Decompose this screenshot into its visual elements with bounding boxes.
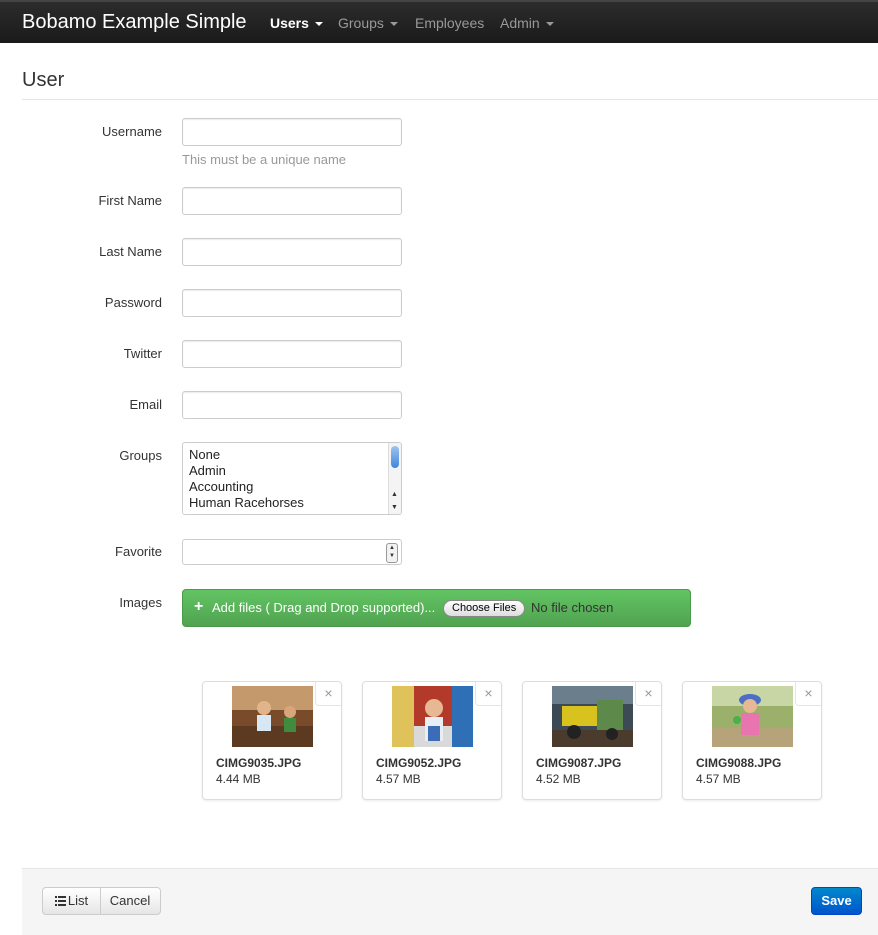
close-icon[interactable]: × xyxy=(475,682,501,706)
thumbnail-filename: CIMG9087.JPG xyxy=(536,756,622,770)
groups-label: Groups xyxy=(119,448,162,463)
first-name-input[interactable] xyxy=(182,187,402,215)
form-actions-bar: List Cancel Save xyxy=(22,868,878,935)
add-files-button[interactable]: + Add files ( Drag and Drop supported)..… xyxy=(182,589,691,627)
password-input[interactable] xyxy=(182,289,402,317)
groups-scrollbar[interactable]: ▲ ▼ xyxy=(388,443,401,514)
thumbnail-filename: CIMG9052.JPG xyxy=(376,756,462,770)
groups-multiselect[interactable]: None Admin Accounting Human Racehorses ▲… xyxy=(182,442,402,515)
last-name-label: Last Name xyxy=(99,244,162,259)
twitter-input[interactable] xyxy=(182,340,402,368)
thumbnail-filename: CIMG9088.JPG xyxy=(696,756,782,770)
nav-employees-link[interactable]: Employees xyxy=(415,15,484,31)
first-name-label: First Name xyxy=(98,193,162,208)
close-icon[interactable]: × xyxy=(315,682,341,706)
favorite-number-input[interactable]: ▲ ▼ xyxy=(182,539,402,565)
username-label: Username xyxy=(102,124,162,139)
groups-option-human-racehorses[interactable]: Human Racehorses xyxy=(189,495,304,510)
scroll-up-arrow-icon[interactable]: ▲ xyxy=(391,491,398,499)
top-navbar: Bobamo Example Simple Users Groups Emplo… xyxy=(0,0,878,43)
thumbnail-filename: CIMG9035.JPG xyxy=(216,756,302,770)
nav-employees-label: Employees xyxy=(415,15,485,31)
image-thumbnail-card: × CIMG9088.JPG 4.57 MB xyxy=(682,681,822,800)
list-cancel-button-group: List Cancel xyxy=(42,887,161,915)
favorite-label: Favorite xyxy=(115,544,162,559)
nav-groups-label: Groups xyxy=(338,15,384,31)
photo-thumbnail xyxy=(392,686,473,747)
thumbnail-filesize: 4.57 MB xyxy=(696,772,741,786)
brand-link[interactable]: Bobamo Example Simple xyxy=(22,11,247,34)
photo-thumbnail xyxy=(712,686,793,747)
password-label: Password xyxy=(104,295,162,310)
list-button-label: List xyxy=(67,893,89,908)
username-help-text: This must be a unique name xyxy=(182,152,347,167)
image-thumbnail-card: × CIMG9087.JPG 4.52 MB xyxy=(522,681,662,800)
choose-files-button[interactable]: Choose Files xyxy=(443,600,526,617)
username-input[interactable] xyxy=(182,118,402,146)
chevron-down-icon xyxy=(545,22,554,27)
add-files-label: Add files ( Drag and Drop supported)... xyxy=(212,600,436,615)
nav-users-dropdown[interactable]: Users xyxy=(270,15,323,31)
thumbnail-filesize: 4.44 MB xyxy=(216,772,261,786)
email-input[interactable] xyxy=(182,391,402,419)
plus-icon: + xyxy=(194,598,204,615)
image-thumbnail-card: × CIMG9035.JPG 4.44 MB xyxy=(202,681,342,800)
close-icon[interactable]: × xyxy=(635,682,661,706)
nav-admin-label: Admin xyxy=(500,15,540,31)
scroll-down-arrow-icon[interactable]: ▼ xyxy=(391,504,398,512)
chevron-down-icon xyxy=(389,22,398,27)
chevron-down-icon xyxy=(314,22,323,27)
title-divider xyxy=(22,99,878,100)
thumbnail-filesize: 4.52 MB xyxy=(536,772,581,786)
thumbnail-filesize: 4.57 MB xyxy=(376,772,421,786)
groups-option-none[interactable]: None xyxy=(189,447,220,462)
groups-option-accounting[interactable]: Accounting xyxy=(189,479,253,494)
list-icon xyxy=(54,896,66,906)
nav-groups-dropdown[interactable]: Groups xyxy=(338,15,398,31)
no-file-chosen-text: No file chosen xyxy=(531,600,614,615)
cancel-button[interactable]: Cancel xyxy=(100,888,160,914)
photo-thumbnail xyxy=(552,686,633,747)
groups-option-admin[interactable]: Admin xyxy=(189,463,226,478)
image-thumbnail-card: × CIMG9052.JPG 4.57 MB xyxy=(362,681,502,800)
number-stepper-icon[interactable]: ▲ ▼ xyxy=(386,543,398,563)
page-title: User xyxy=(22,69,65,91)
list-button[interactable]: List xyxy=(43,888,101,914)
photo-thumbnail xyxy=(232,686,313,747)
last-name-input[interactable] xyxy=(182,238,402,266)
scrollbar-thumb[interactable] xyxy=(391,446,399,468)
close-icon[interactable]: × xyxy=(795,682,821,706)
nav-users-label: Users xyxy=(270,15,309,31)
images-label: Images xyxy=(119,595,162,610)
twitter-label: Twitter xyxy=(123,346,162,361)
nav-admin-dropdown[interactable]: Admin xyxy=(500,15,554,31)
email-label: Email xyxy=(129,397,162,412)
save-button[interactable]: Save xyxy=(811,887,862,915)
